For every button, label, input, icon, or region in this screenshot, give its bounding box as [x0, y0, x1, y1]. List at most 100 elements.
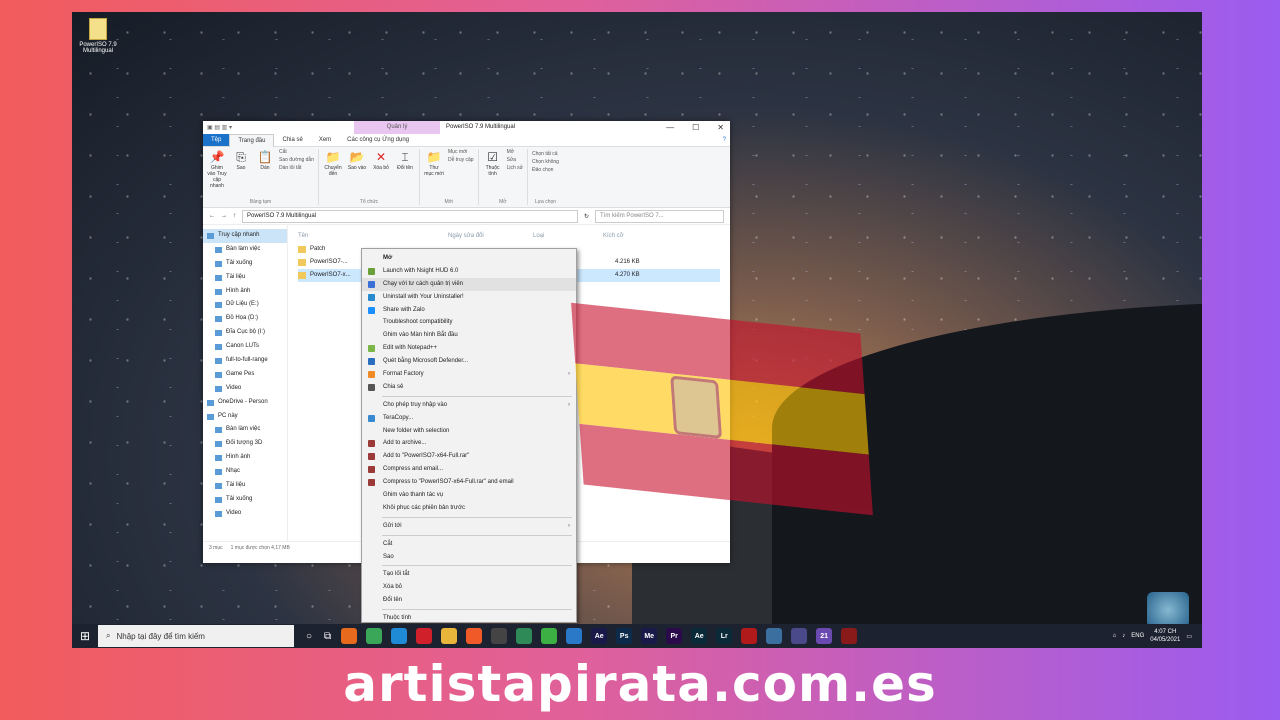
- history-button[interactable]: Lịch sử: [507, 165, 523, 171]
- context-menu-item[interactable]: Mở: [362, 252, 576, 265]
- nav-item[interactable]: OneDrive - Person: [203, 396, 287, 410]
- media-encoder-icon[interactable]: Me: [641, 628, 658, 644]
- context-menu-item[interactable]: Launch with Nsight HUD 6.0: [362, 265, 576, 278]
- file-explorer-icon[interactable]: [441, 628, 458, 644]
- context-menu-item[interactable]: Gửi tới ›: [362, 520, 576, 533]
- minimize-icon[interactable]: —: [666, 123, 674, 132]
- nav-item[interactable]: Đồ Họa (D:): [203, 312, 287, 326]
- tab-view[interactable]: Xem: [311, 134, 339, 146]
- notification-icon[interactable]: ▭: [1186, 633, 1192, 640]
- context-menu-item[interactable]: Add to archive...: [362, 437, 576, 450]
- context-menu-item[interactable]: Cắt: [362, 538, 576, 551]
- up-icon[interactable]: ↑: [233, 213, 236, 219]
- column-date[interactable]: Ngày sửa đổi: [448, 229, 533, 243]
- teams-icon[interactable]: 21: [816, 628, 833, 644]
- context-menu-item[interactable]: Troubleshoot compatibility: [362, 316, 576, 329]
- column-size[interactable]: Kích cỡ: [603, 229, 624, 243]
- context-menu-item[interactable]: Chạy với tư cách quản trị viên: [362, 277, 576, 291]
- copy-to-button[interactable]: 📂 Sao vào: [347, 149, 367, 177]
- context-menu[interactable]: Mở Launch with Nsight HUD 6.0 Chạy với tư …: [361, 248, 577, 623]
- clock[interactable]: 4:07 CH 04/05/2021: [1150, 628, 1180, 644]
- context-menu-item[interactable]: Add to "PowerISO7-x64-Full.rar": [362, 450, 576, 463]
- select-all-button[interactable]: Chọn tất cả: [532, 151, 559, 157]
- nav-item[interactable]: Tài liệu: [203, 479, 287, 493]
- nav-item[interactable]: Đối tượng 3D: [203, 437, 287, 451]
- app2-icon[interactable]: [841, 628, 858, 644]
- premiere-icon[interactable]: Pr: [666, 628, 683, 644]
- app-icon[interactable]: [566, 628, 583, 644]
- delete-button[interactable]: ✕ Xóa bỏ: [371, 149, 391, 177]
- back-icon[interactable]: ←: [209, 213, 215, 219]
- easy-access-button[interactable]: Dễ truy cập: [448, 157, 474, 163]
- properties-button[interactable]: ☑ Thuộc tính: [483, 149, 503, 177]
- acrobat-icon[interactable]: [741, 628, 758, 644]
- tab-home[interactable]: Trang đầu: [229, 133, 275, 147]
- cortana-icon[interactable]: ○: [306, 631, 312, 642]
- volume-icon[interactable]: ♪: [1122, 633, 1125, 639]
- edit-button[interactable]: Sửa: [507, 157, 523, 163]
- media-icon[interactable]: [491, 628, 508, 644]
- network-icon[interactable]: [766, 628, 783, 644]
- copy-path-button[interactable]: Sao đường dẫn: [279, 157, 314, 163]
- nav-item[interactable]: Hình ảnh: [203, 451, 287, 465]
- task-view-icon[interactable]: ⧉: [324, 631, 331, 642]
- nav-item[interactable]: Game Pes: [203, 368, 287, 382]
- move-to-button[interactable]: 📁 Chuyển đến: [323, 149, 343, 177]
- nav-item[interactable]: Truy cập nhanh: [203, 229, 287, 243]
- context-menu-item[interactable]: Quét bằng Microsoft Defender...: [362, 355, 576, 368]
- lightroom-icon[interactable]: Lr: [716, 628, 733, 644]
- tab-share[interactable]: Chia sẻ: [274, 134, 310, 146]
- search-input[interactable]: Tìm kiếm PowerISO 7...: [595, 209, 724, 223]
- select-none-button[interactable]: Chọn không: [532, 159, 559, 165]
- context-menu-item[interactable]: Uninstall with Your Uninstaller!: [362, 291, 576, 304]
- context-menu-item[interactable]: Ghim vào thanh tác vụ: [362, 489, 576, 502]
- address-bar[interactable]: PowerISO 7.9 Multilingual: [242, 209, 578, 223]
- help-icon[interactable]: ?: [723, 137, 730, 143]
- context-menu-item[interactable]: Đổi tên: [362, 594, 576, 607]
- nav-item[interactable]: PC này: [203, 410, 287, 424]
- close-icon[interactable]: ✕: [717, 123, 724, 132]
- nav-item[interactable]: Tải xuống: [203, 493, 287, 507]
- snip-icon[interactable]: [791, 628, 808, 644]
- context-menu-item[interactable]: Tạo lối tắt: [362, 568, 576, 581]
- audition-icon[interactable]: Ae: [691, 628, 708, 644]
- paste-button[interactable]: 📋 Dán: [255, 149, 275, 189]
- context-menu-item[interactable]: New folder with selection: [362, 425, 576, 438]
- nav-item[interactable]: Video: [203, 507, 287, 521]
- nav-item[interactable]: Tài liệu: [203, 271, 287, 285]
- pin-quick-access-button[interactable]: 📌 Ghim vào Truy cập nhanh: [207, 149, 227, 189]
- context-menu-item[interactable]: Format Factory ›: [362, 368, 576, 381]
- edge-icon[interactable]: [391, 628, 408, 644]
- nav-item[interactable]: full-to-full-range: [203, 354, 287, 368]
- context-menu-item[interactable]: Cho phép truy nhập vào ›: [362, 399, 576, 412]
- nav-item[interactable]: Nhạc: [203, 465, 287, 479]
- tab-app-tools[interactable]: Các công cụ Ứng dụng: [339, 134, 417, 146]
- context-menu-item[interactable]: Xóa bỏ: [362, 581, 576, 594]
- refresh-icon[interactable]: ↻: [584, 213, 589, 220]
- context-menu-item[interactable]: Sao: [362, 551, 576, 564]
- nav-item[interactable]: Hình ảnh: [203, 285, 287, 299]
- chrome-icon[interactable]: [366, 628, 383, 644]
- desktop-icon-poweriso[interactable]: PowerISO 7.9 Multilingual: [78, 18, 118, 54]
- column-name[interactable]: Tên: [298, 229, 448, 243]
- nav-item[interactable]: Dữ Liệu (E:): [203, 298, 287, 312]
- context-menu-item[interactable]: Chia sẻ: [362, 381, 576, 394]
- brave-icon[interactable]: [466, 628, 483, 644]
- rename-button[interactable]: ⌶ Đổi tên: [395, 149, 415, 177]
- photoshop-icon[interactable]: Ps: [616, 628, 633, 644]
- context-menu-item[interactable]: Compress to "PowerISO7-x64-Full.rar" and…: [362, 476, 576, 489]
- column-type[interactable]: Loại: [533, 229, 603, 243]
- copy-button[interactable]: ⎘ Sao: [231, 149, 251, 189]
- context-menu-item[interactable]: Edit with Notepad++: [362, 342, 576, 355]
- firefox-icon[interactable]: [341, 628, 358, 644]
- open-button[interactable]: Mở: [507, 149, 523, 155]
- taskbar-search[interactable]: ⌕ Nhập tại đây để tìm kiếm: [98, 625, 294, 647]
- context-menu-item[interactable]: Khôi phục các phiên bản trước: [362, 502, 576, 515]
- paste-shortcut-button[interactable]: Dán lối tắt: [279, 165, 314, 171]
- forward-icon[interactable]: →: [221, 213, 227, 219]
- context-menu-item[interactable]: Compress and email...: [362, 463, 576, 476]
- tool-icon[interactable]: [516, 628, 533, 644]
- nav-item[interactable]: Tải xuống: [203, 257, 287, 271]
- context-menu-item[interactable]: Share with Zalo: [362, 304, 576, 317]
- nav-item[interactable]: Đĩa Cục bộ (I:): [203, 326, 287, 340]
